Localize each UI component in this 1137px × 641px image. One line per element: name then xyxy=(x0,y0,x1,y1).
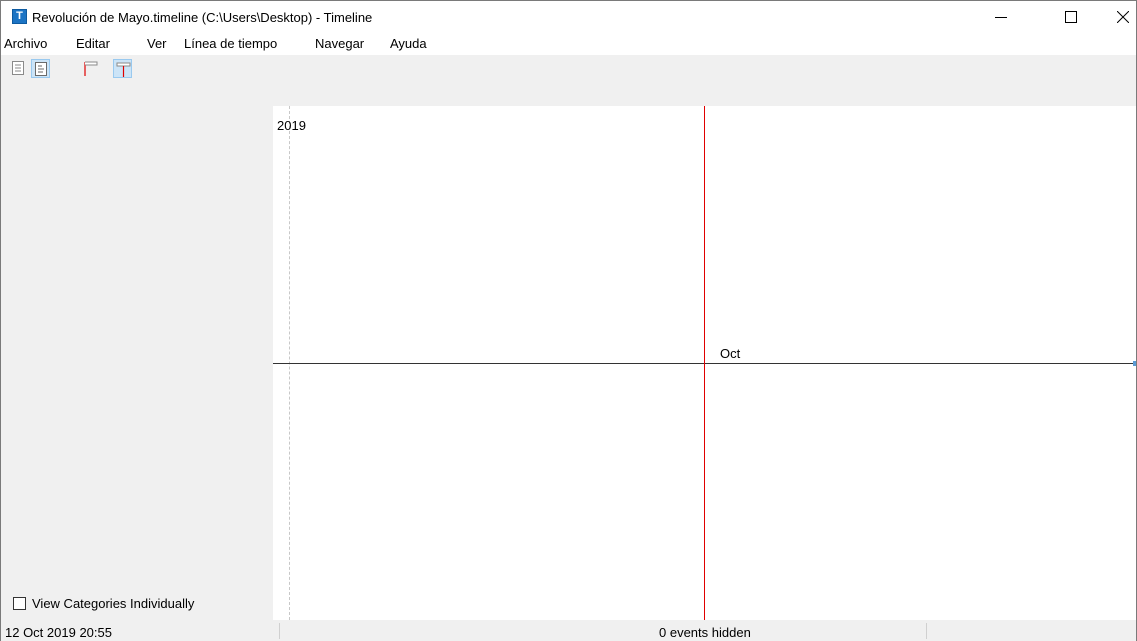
menu-navegar[interactable]: Navegar xyxy=(315,36,364,51)
menu-editar[interactable]: Editar xyxy=(76,36,110,51)
year-label: 2019 xyxy=(277,118,306,133)
timeline-canvas[interactable]: 2019 Oct xyxy=(273,106,1136,620)
title-bar[interactable]: T Revolución de Mayo.timeline (C:\Users\… xyxy=(1,1,1136,33)
maximize-button[interactable] xyxy=(1048,1,1094,33)
toolbar xyxy=(1,55,1136,81)
event-list-button[interactable] xyxy=(9,59,28,78)
minimize-button[interactable] xyxy=(978,1,1024,33)
view-categories-label[interactable]: View Categories Individually xyxy=(32,596,194,611)
period-marker-button[interactable] xyxy=(113,59,132,78)
month-label: Oct xyxy=(720,346,741,361)
menu-linea-de-tiempo[interactable]: Línea de tiempo xyxy=(184,36,277,51)
current-time-line xyxy=(704,106,705,620)
status-current-time: 12 Oct 2019 20:55 xyxy=(5,625,112,640)
menu-archivo[interactable]: Archivo xyxy=(4,36,47,51)
maximize-icon xyxy=(1065,11,1077,23)
event-list-icon xyxy=(12,61,24,75)
status-hidden-events: 0 events hidden xyxy=(659,625,751,640)
axis-end-marker xyxy=(1133,361,1136,366)
menu-bar: Archivo Editar Ver Línea de tiempo Naveg… xyxy=(1,33,1136,55)
app-window: T Revolución de Mayo.timeline (C:\Users\… xyxy=(0,0,1137,641)
flag-button[interactable] xyxy=(81,59,100,78)
period-marker-icon xyxy=(116,62,131,77)
sidebar-panel xyxy=(1,106,269,620)
menu-ver[interactable]: Ver xyxy=(147,36,167,51)
view-categories-checkbox[interactable] xyxy=(13,597,26,610)
status-separator xyxy=(926,623,927,639)
close-button[interactable] xyxy=(1107,1,1137,33)
event-detail-icon xyxy=(35,62,47,76)
app-icon[interactable]: T xyxy=(12,9,27,24)
menu-ayuda[interactable]: Ayuda xyxy=(390,36,427,51)
flag-icon xyxy=(84,61,98,76)
minimize-icon xyxy=(995,17,1007,18)
event-detail-button[interactable] xyxy=(31,59,50,78)
close-icon xyxy=(1117,11,1129,23)
status-separator xyxy=(279,623,280,639)
window-title: Revolución de Mayo.timeline (C:\Users\De… xyxy=(32,10,373,25)
status-bar: 12 Oct 2019 20:55 0 events hidden xyxy=(1,620,1136,641)
